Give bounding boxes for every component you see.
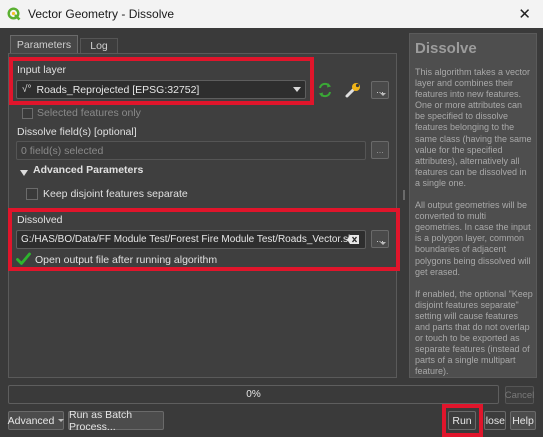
output-path-input[interactable]: G:/HAS/BO/Data/FF Module Test/Forest Fir… <box>16 230 366 249</box>
tab-log[interactable]: Log <box>80 38 118 54</box>
checkmark-icon[interactable] <box>16 252 31 266</box>
keep-disjoint-label: Keep disjoint features separate <box>43 188 188 200</box>
dissolve-fields-button[interactable]: ... <box>371 141 389 159</box>
close-button-label: Close <box>485 414 505 427</box>
open-output-label: Open output file after running algorithm <box>35 254 218 266</box>
clear-field-icon[interactable] <box>347 235 359 244</box>
input-layer-label: Input layer <box>17 64 67 76</box>
progress-bar: 0% <box>8 385 499 404</box>
tab-parameters[interactable]: Parameters <box>10 35 78 54</box>
splitter-handle[interactable] <box>403 190 405 200</box>
dropdown-indicator-icon <box>380 93 386 96</box>
progress-text: 0% <box>246 389 261 400</box>
help-panel: Dissolve This algorithm takes a vector l… <box>409 33 537 378</box>
selected-features-checkbox[interactable] <box>22 108 33 119</box>
iterate-icon[interactable] <box>316 81 334 99</box>
help-paragraph: If enabled, the optional "Keep disjoint … <box>415 288 533 377</box>
window-title: Vector Geometry - Dissolve <box>28 7 175 21</box>
dissolve-fields-value: 0 field(s) selected <box>21 144 104 157</box>
collapse-arrow-icon[interactable] <box>20 167 28 176</box>
dissolved-output-label: Dissolved <box>17 214 63 226</box>
output-options-button[interactable]: ... <box>371 230 389 248</box>
chevron-down-icon <box>293 87 301 92</box>
input-layer-combo[interactable]: √° Roads_Reprojected [EPSG:32752] <box>16 80 306 99</box>
help-text: This algorithm takes a vector layer and … <box>415 67 533 377</box>
run-button[interactable]: Run <box>448 411 476 430</box>
output-path-value: G:/HAS/BO/Data/FF Module Test/Forest Fir… <box>21 234 360 245</box>
close-window-icon[interactable]: ✕ <box>518 5 531 23</box>
help-button[interactable]: Help <box>510 411 536 430</box>
help-title: Dissolve <box>415 40 477 57</box>
line-layer-icon: √° <box>22 84 32 95</box>
advanced-button-label: Advanced <box>7 414 55 427</box>
advanced-button[interactable]: Advanced <box>7 411 65 430</box>
keep-disjoint-checkbox[interactable] <box>26 188 38 200</box>
wrench-icon[interactable] <box>343 80 363 100</box>
title-bar: Vector Geometry - Dissolve ✕ <box>0 0 543 28</box>
advanced-parameters-heading[interactable]: Advanced Parameters <box>33 164 143 176</box>
qgis-icon <box>7 7 21 21</box>
ellipsis-label: ... <box>376 145 384 155</box>
close-button[interactable]: Close <box>484 411 506 430</box>
dropdown-indicator-icon <box>58 419 65 422</box>
input-layer-options-button[interactable]: ... <box>371 81 389 99</box>
help-paragraph: All output geometries will be converted … <box>415 200 531 277</box>
help-paragraph: This algorithm takes a vector layer and … <box>415 67 532 188</box>
dissolve-fields-label: Dissolve field(s) [optional] <box>17 126 137 138</box>
dropdown-indicator-icon <box>380 242 386 245</box>
dissolve-fields-input[interactable]: 0 field(s) selected <box>16 141 366 160</box>
parameters-panel <box>8 53 397 378</box>
batch-process-button[interactable]: Run as Batch Process... <box>68 409 164 433</box>
cancel-button[interactable]: Cancel <box>505 386 534 404</box>
input-layer-value: Roads_Reprojected [EPSG:32752] <box>36 83 200 96</box>
selected-features-label: Selected features only <box>37 107 141 119</box>
